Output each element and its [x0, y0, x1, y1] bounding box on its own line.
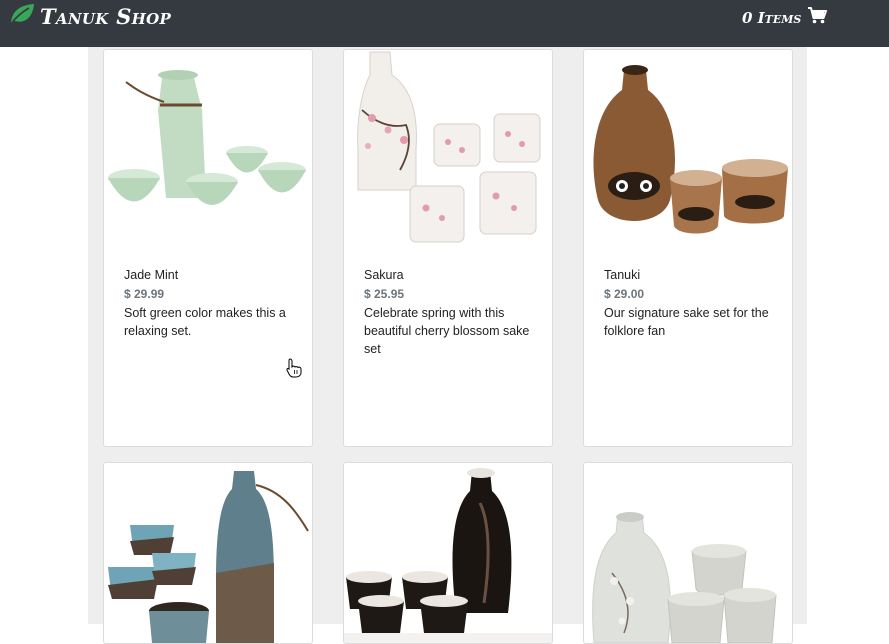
- product-description: Celebrate spring with this beautiful che…: [364, 306, 530, 356]
- product-card[interactable]: [103, 462, 313, 644]
- product-image-sakura: [357, 51, 541, 243]
- product-grid: Jade Mint $ 29.99 Soft green color makes…: [88, 47, 807, 644]
- product-card[interactable]: [583, 462, 793, 644]
- product-name: Sakura: [364, 268, 404, 282]
- product-image-jade-mint: [108, 70, 306, 205]
- product-price: $ 29.99: [124, 287, 165, 301]
- product-image-tanuki: [593, 65, 788, 234]
- product-card[interactable]: [343, 462, 553, 644]
- brand-name: Tanuk Shop: [40, 3, 172, 29]
- shopping-cart-icon: [807, 7, 828, 29]
- product-price: $ 25.95: [364, 287, 405, 301]
- cart-button[interactable]: 0 Items: [742, 7, 828, 29]
- product-price: $ 29.00: [604, 287, 645, 301]
- product-image-black-set: [344, 468, 552, 643]
- product-image-indigo-set: [108, 471, 309, 643]
- leaf-icon: [8, 2, 36, 31]
- product-card[interactable]: Jade Mint $ 29.99 Soft green color makes…: [103, 49, 313, 447]
- product-description: Soft green color makes this a relaxing s…: [124, 306, 286, 338]
- product-image-white-blossom-set: [592, 512, 777, 643]
- product-name: Tanuki: [604, 268, 641, 282]
- cart-count: 0 Items: [742, 9, 802, 27]
- product-card[interactable]: Sakura $ 25.95 Celebrate spring with thi…: [343, 49, 553, 447]
- product-name: Jade Mint: [124, 268, 179, 282]
- navbar: Tanuk Shop 0 Items: [0, 0, 889, 47]
- brand-link[interactable]: Tanuk Shop: [8, 2, 171, 30]
- product-card[interactable]: Tanuki $ 29.00 Our signature sake set fo…: [583, 49, 793, 447]
- product-description: Our signature sake set for the folklore …: [604, 306, 769, 338]
- hand-pointer-cursor-icon: [285, 358, 303, 383]
